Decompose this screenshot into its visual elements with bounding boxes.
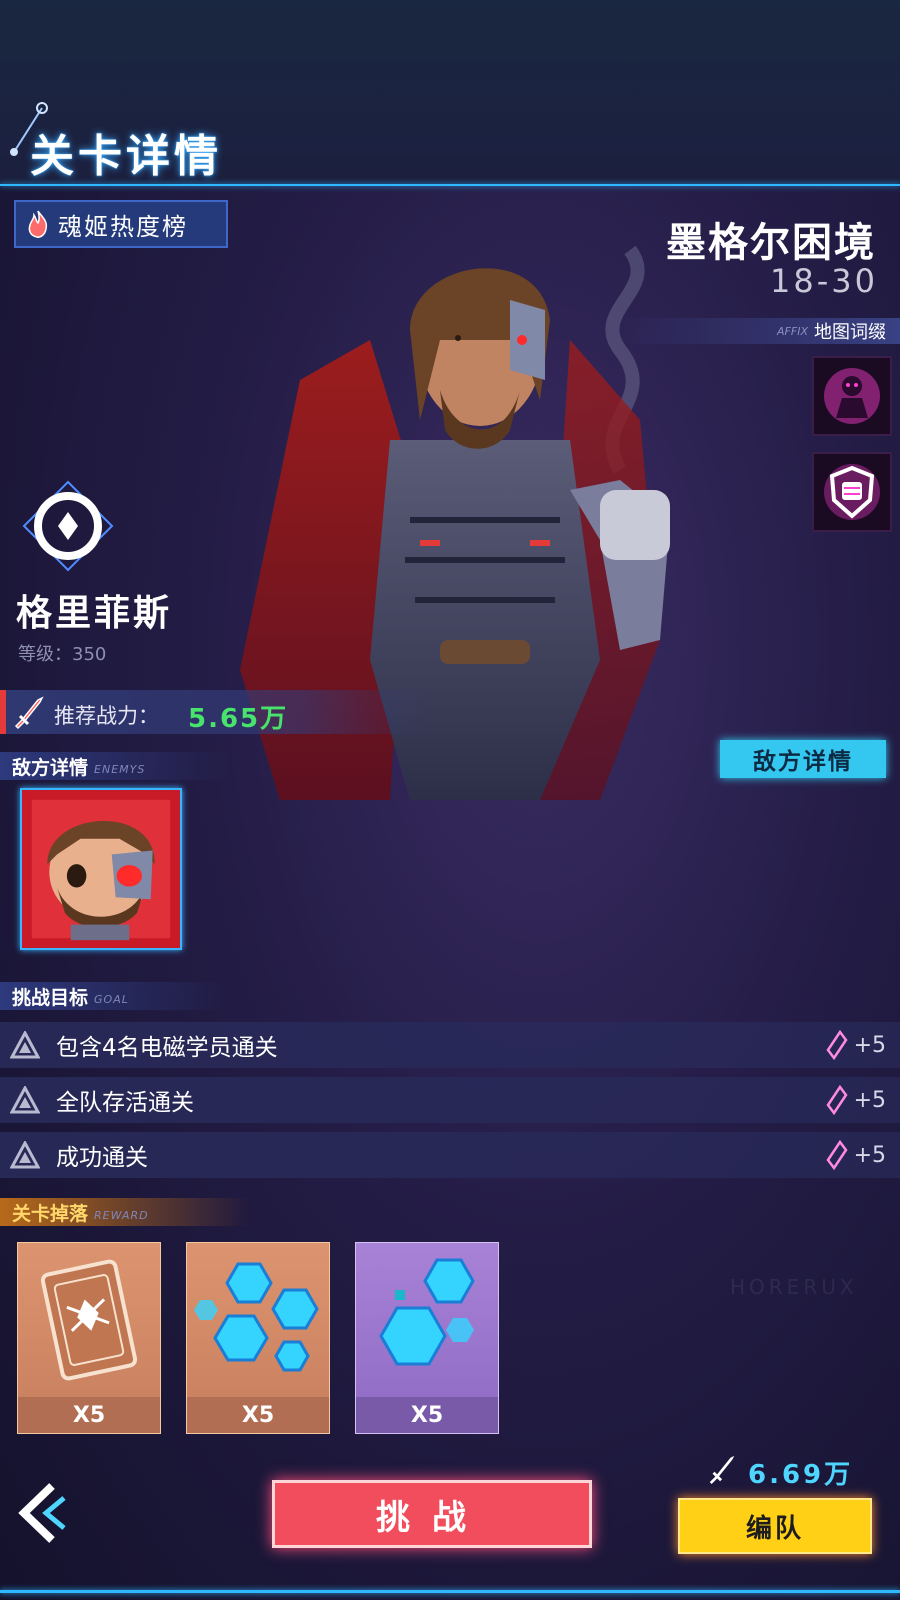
reward-section-en: REWARD [94, 1208, 149, 1222]
reward-count: X5 [187, 1397, 329, 1433]
team-power-value: 6.69万 [748, 1460, 854, 1490]
flame-icon [28, 210, 48, 238]
sword-power-icon [709, 1455, 735, 1485]
purple-crystals-icon [379, 1258, 475, 1366]
affix-header: AFFIX 地图词缀 [620, 318, 900, 344]
recommended-power-value: 5.65万 [188, 704, 289, 734]
power-accent-bar [0, 690, 6, 734]
pink-crystal-icon [826, 1085, 848, 1115]
reward-item-card[interactable]: X5 [186, 1242, 330, 1434]
enemy-section-title: 敌方详情 [12, 756, 89, 779]
goal-text: 成功通关 [56, 1145, 148, 1171]
affix-label: 地图词缀 [814, 322, 886, 343]
sword-power-icon [14, 696, 44, 730]
goal-row: 包含4名电磁学员通关 +5 [0, 1022, 900, 1068]
goal-text: 全队存活通关 [56, 1090, 194, 1116]
pink-crystal-icon [826, 1030, 848, 1060]
page-title: 关卡详情 [30, 131, 222, 182]
affix-en-label: AFFIX [777, 324, 808, 338]
boss-level: 等级：350 [18, 644, 107, 665]
watermark-text: HORERUX [730, 1275, 858, 1299]
doll-icon [824, 368, 880, 424]
goal-reward-value: +5 [853, 1142, 886, 1168]
recommended-power-label: 推荐战力： [54, 704, 159, 728]
reward-section-header: 关卡掉落 REWARD [0, 1198, 250, 1226]
heat-rank-button[interactable]: 魂姬热度榜 [14, 200, 228, 248]
challenge-button[interactable]: 挑战 [272, 1480, 592, 1548]
goal-row: 成功通关 +5 [0, 1132, 900, 1178]
goal-section-en: GOAL [94, 992, 129, 1006]
heat-rank-label: 魂姬热度榜 [58, 212, 188, 241]
back-arrow-icon[interactable] [12, 1478, 68, 1548]
affix-fist-shield-button[interactable] [812, 452, 892, 532]
goal-section-title: 挑战目标 [12, 986, 89, 1009]
header-divider [0, 184, 900, 186]
enemy-section-en: ENEMYS [94, 762, 146, 776]
enemy-section-header: 敌方详情 ENEMYS [0, 752, 230, 780]
reward-section-title: 关卡掉落 [12, 1202, 89, 1225]
blue-crystals-icon [194, 1262, 319, 1372]
reward-item-card[interactable]: X5 [355, 1242, 499, 1434]
reward-count: X5 [18, 1397, 160, 1433]
enemy-portrait[interactable] [20, 788, 182, 950]
goal-reward-value: +5 [853, 1032, 886, 1058]
pink-crystal-icon [826, 1140, 848, 1170]
reward-item-card[interactable]: X5 [17, 1242, 161, 1434]
map-stage-range: 18-30 [770, 262, 878, 300]
goal-section-header: 挑战目标 GOAL [0, 982, 230, 1010]
team-formation-button[interactable]: 编队 [678, 1498, 872, 1554]
goal-reward-value: +5 [853, 1087, 886, 1113]
fist-shield-icon [824, 464, 880, 520]
affix-doll-button[interactable] [812, 356, 892, 436]
card-item-icon [40, 1259, 138, 1381]
map-name: 墨格尔困境 [666, 220, 876, 266]
boss-name: 格里菲斯 [16, 593, 173, 634]
goal-text: 包含4名电磁学员通关 [56, 1035, 278, 1061]
reward-count: X5 [356, 1397, 498, 1433]
goal-row: 全队存活通关 +5 [0, 1077, 900, 1123]
triangle-marker-icon [10, 1086, 40, 1114]
triangle-marker-icon [10, 1031, 40, 1059]
triangle-marker-icon [10, 1141, 40, 1169]
enemy-avatar-icon [22, 790, 180, 948]
bottom-divider [0, 1590, 900, 1593]
boss-faction-emblem-icon [22, 480, 114, 572]
enemy-detail-button[interactable]: 敌方详情 [720, 740, 886, 778]
